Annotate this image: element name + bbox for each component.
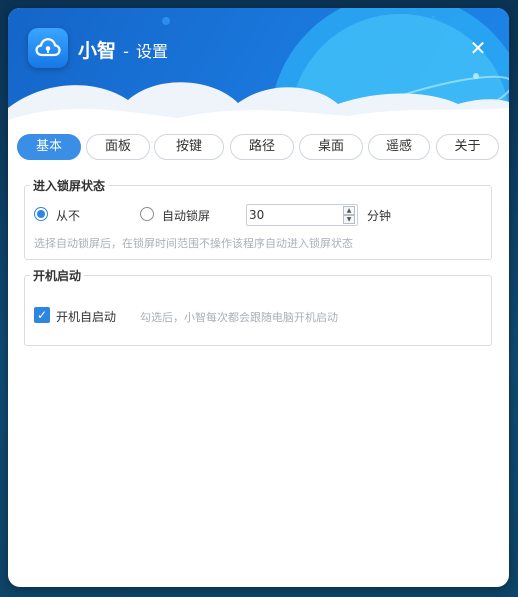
startup-hint: 勾选后，小智每次都会跟随电脑开机启动 — [140, 311, 338, 324]
app-name: 小智 — [78, 40, 117, 62]
header-decoration — [8, 8, 509, 138]
startup-checkbox[interactable]: ✓ — [34, 307, 50, 323]
tab-about[interactable]: 关于 — [436, 134, 499, 160]
settings-window: 小智 - 设置 ✕ 基本 面板 按键 路径 桌面 遥感 关于 进入锁屏状态 从不… — [8, 8, 509, 587]
minutes-unit-label: 分钟 — [367, 209, 392, 223]
stepper-arrows: ▲ ▼ — [343, 206, 355, 224]
cloud-lock-icon — [35, 38, 61, 57]
title-text: 设置 — [135, 42, 168, 61]
radio-auto-lock[interactable] — [140, 207, 154, 221]
checkmark-icon: ✓ — [36, 308, 48, 322]
close-icon: ✕ — [469, 36, 487, 60]
radio-auto-lock-label: 自动锁屏 — [162, 209, 211, 223]
lock-screen-group-legend: 进入锁屏状态 — [30, 177, 109, 194]
tab-bar: 基本 面板 按键 路径 桌面 遥感 关于 — [17, 134, 501, 160]
app-logo — [28, 28, 68, 68]
stepper-up-icon[interactable]: ▲ — [343, 206, 355, 215]
startup-group-title: 开机启动 — [30, 267, 85, 284]
radio-never-label: 从不 — [56, 209, 81, 223]
close-button[interactable]: ✕ — [466, 36, 490, 60]
lock-screen-hint: 选择自动锁屏后，在锁屏时间范围不操作该程序自动进入锁屏状态 — [34, 237, 353, 250]
tab-desktop[interactable]: 桌面 — [299, 134, 363, 160]
tab-panel[interactable]: 面板 — [86, 134, 150, 160]
tab-keys[interactable]: 按键 — [154, 134, 224, 160]
window-title: 小智 - 设置 — [78, 36, 168, 63]
lock-minutes-stepper[interactable]: ▲ ▼ — [246, 204, 358, 226]
lock-minutes-input[interactable] — [247, 205, 341, 225]
window-header: 小智 - 设置 ✕ — [8, 8, 509, 138]
tab-remote-sensing[interactable]: 遥感 — [368, 134, 430, 160]
startup-checkbox-label: 开机自启动 — [56, 310, 117, 324]
radio-never[interactable] — [34, 207, 48, 221]
tab-path[interactable]: 路径 — [230, 134, 294, 160]
title-separator: - — [118, 42, 134, 61]
tab-basic[interactable]: 基本 — [17, 134, 81, 160]
stepper-down-icon[interactable]: ▼ — [343, 215, 355, 224]
